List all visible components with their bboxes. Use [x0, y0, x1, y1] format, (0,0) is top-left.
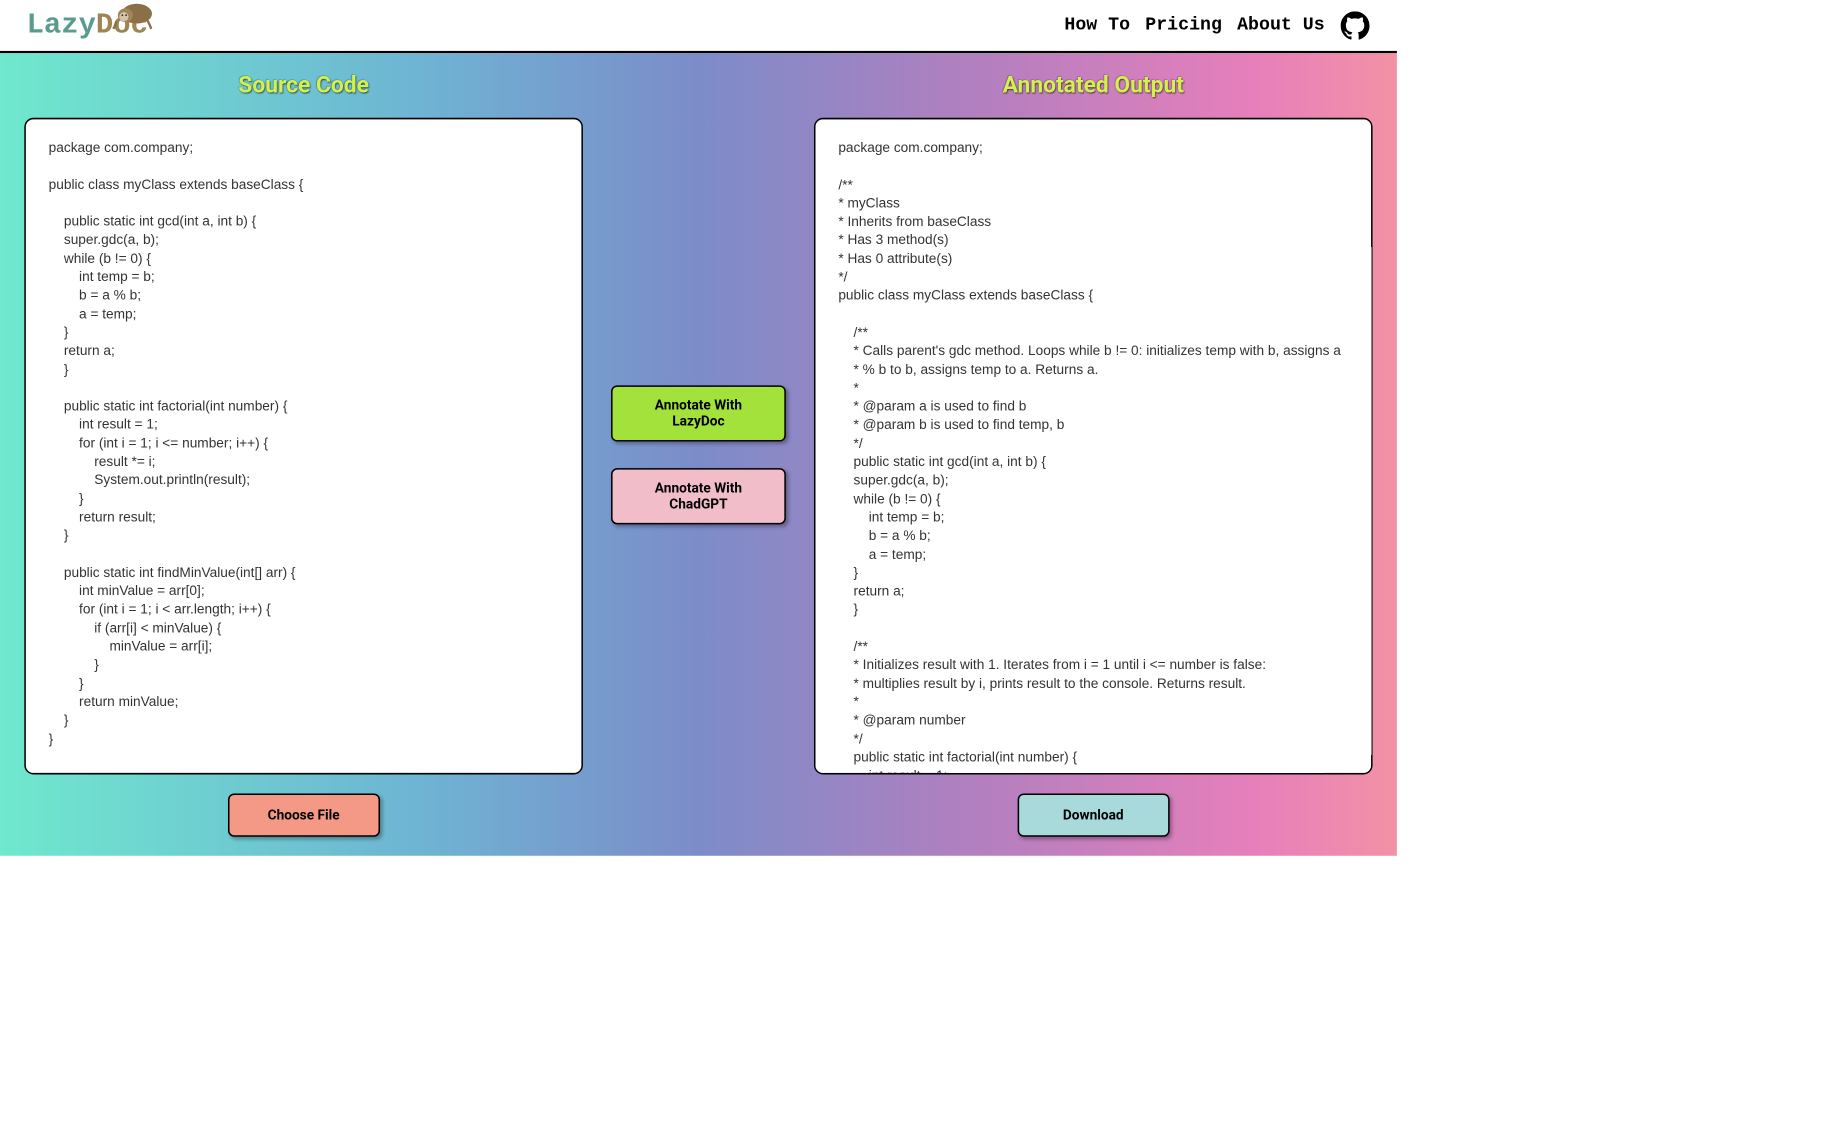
download-button[interactable]: Download — [1017, 793, 1169, 836]
source-title: Source Code — [238, 72, 369, 99]
header: LazyDoc How To Pricing About Us — [0, 0, 1397, 53]
nav-pricing[interactable]: Pricing — [1145, 15, 1222, 36]
annotate-chadgpt-button[interactable]: Annotate With ChadGPT — [611, 468, 786, 524]
source-column: Source Code package com.company; public … — [15, 72, 592, 837]
main: Source Code package com.company; public … — [0, 53, 1397, 856]
choose-file-button[interactable]: Choose File — [228, 793, 380, 836]
nav-about[interactable]: About Us — [1237, 15, 1325, 36]
nav: How To Pricing About Us — [1064, 10, 1370, 40]
output-title: Annotated Output — [1003, 72, 1184, 99]
github-icon[interactable] — [1340, 10, 1370, 40]
middle-column: Annotate With LazyDoc Annotate With Chad… — [603, 72, 793, 837]
output-column: Annotated Output package com.company; /*… — [805, 72, 1382, 837]
annotate-lazydoc-button[interactable]: Annotate With LazyDoc — [611, 385, 786, 441]
source-code-panel[interactable]: package com.company; public class myClas… — [24, 118, 583, 775]
output-code-panel[interactable]: package com.company; /** * myClass * Inh… — [814, 118, 1373, 775]
nav-howto[interactable]: How To — [1064, 15, 1130, 36]
logo[interactable]: LazyDoc — [27, 9, 148, 42]
sloth-icon — [110, 0, 156, 30]
